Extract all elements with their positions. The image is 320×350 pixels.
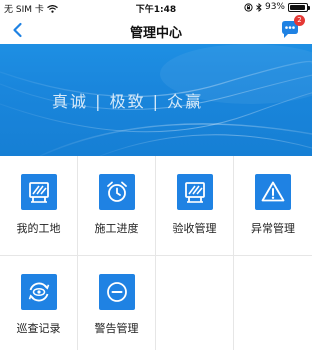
- tile-progress: [99, 174, 135, 210]
- menu-grid: 我的工地 施工进度 验收管理 异常管理 巡查记录 警告管理: [0, 156, 312, 350]
- menu-item-inspection[interactable]: 巡查记录: [0, 256, 78, 350]
- menu-label: 异常管理: [251, 222, 295, 235]
- menu-label: 施工进度: [94, 222, 139, 235]
- nav-bar: 管理中心 2: [0, 15, 312, 44]
- status-bar: 无 SIM 卡 下午1:48 93%: [0, 0, 312, 16]
- tile-inspection: [21, 274, 57, 310]
- messages-button[interactable]: 2: [278, 15, 305, 42]
- tile-exceptions: [255, 174, 291, 210]
- banner-slogan: 真诚 | 极致 | 众赢: [52, 92, 204, 111]
- orientation-lock-icon: [244, 2, 253, 12]
- battery-level: [290, 4, 305, 10]
- message-count-badge: 2: [294, 15, 305, 26]
- status-right: 93%: [244, 2, 310, 12]
- alarm-clock-icon: [107, 181, 127, 202]
- empty-cell: [156, 256, 234, 350]
- menu-item-exceptions[interactable]: 异常管理: [234, 156, 312, 256]
- empty-cell: [234, 256, 312, 350]
- banner[interactable]: 真诚 | 极致 | 众赢: [0, 44, 312, 156]
- menu-label: 警告管理: [94, 322, 139, 335]
- warning-icon: [261, 181, 285, 202]
- tile-acceptance: [177, 174, 213, 210]
- page-title: 管理中心: [129, 26, 182, 41]
- construction-barrier-icon: [185, 182, 205, 203]
- menu-item-my-site[interactable]: 我的工地: [0, 156, 78, 256]
- eye-refresh-icon: [28, 282, 50, 302]
- menu-item-acceptance[interactable]: 验收管理: [156, 156, 234, 256]
- menu-label: 验收管理: [172, 222, 217, 235]
- menu-label: 我的工地: [16, 222, 61, 235]
- menu-item-progress[interactable]: 施工进度: [78, 156, 156, 256]
- battery-percent: 93%: [264, 2, 285, 12]
- tile-my-site: [21, 174, 57, 210]
- battery-icon: [288, 2, 310, 12]
- menu-label: 巡查记录: [16, 322, 61, 335]
- menu-item-warnings[interactable]: 警告管理: [78, 256, 156, 350]
- minus-circle-icon: [107, 282, 127, 302]
- bluetooth-icon: [256, 2, 262, 12]
- tile-warnings: [99, 274, 135, 310]
- construction-barrier-icon: [29, 182, 49, 203]
